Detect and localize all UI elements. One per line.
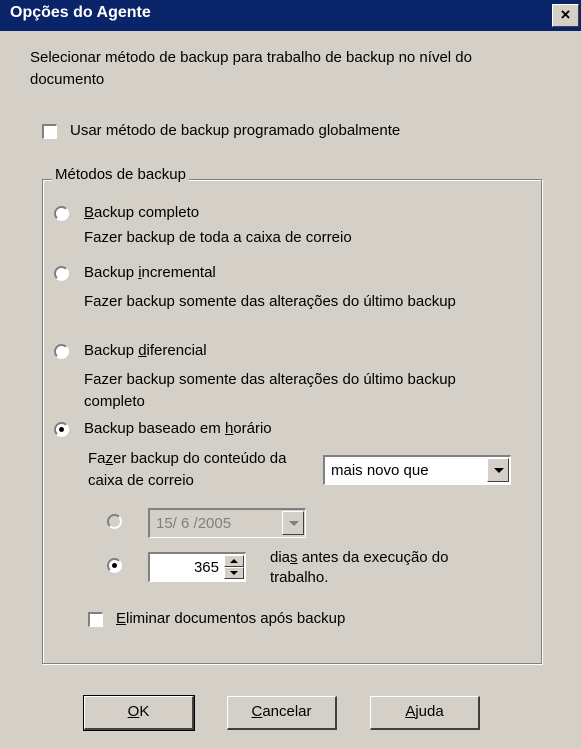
full-backup-desc: Fazer backup de toda a caixa de correio bbox=[84, 229, 352, 246]
incremental-backup-desc: Fazer backup somente das alterações do ú… bbox=[84, 293, 456, 310]
accel-key: C bbox=[251, 703, 263, 720]
accel-key: O bbox=[127, 703, 140, 720]
delete-after-backup-checkbox[interactable] bbox=[88, 612, 103, 627]
days-spinbox[interactable]: 365 bbox=[148, 552, 246, 582]
spin-up-button[interactable] bbox=[224, 555, 244, 567]
label-part: ackup completo bbox=[94, 204, 200, 221]
content-filter-value: mais novo que bbox=[331, 462, 429, 479]
label-part: Backup bbox=[84, 264, 139, 281]
accel-key: s bbox=[290, 549, 298, 566]
agent-options-dialog: Opções do Agente × Selecionar método de … bbox=[0, 0, 581, 748]
description-text: Selecionar método de backup para trabalh… bbox=[30, 49, 472, 88]
accel-key: A bbox=[405, 703, 416, 720]
full-backup-label[interactable]: Backup completo bbox=[84, 204, 199, 221]
close-button[interactable]: × bbox=[552, 4, 579, 27]
differential-backup-label[interactable]: Backup diferencial bbox=[84, 342, 207, 359]
label-part: iferencial bbox=[146, 342, 207, 359]
arrow-down-icon bbox=[230, 571, 238, 575]
close-icon: × bbox=[560, 5, 571, 24]
global-schedule-label: Usar método de backup programado globalm… bbox=[70, 122, 401, 139]
label-part: ncremental bbox=[141, 264, 216, 281]
accel-key: d bbox=[138, 342, 147, 359]
global-schedule-checkbox[interactable] bbox=[42, 124, 57, 139]
label-part: Backup bbox=[84, 342, 139, 359]
label-part: ancelar bbox=[262, 703, 312, 720]
date-radio[interactable] bbox=[107, 514, 122, 529]
accel-key: E bbox=[116, 610, 127, 627]
label-part: dia bbox=[270, 549, 291, 566]
mailbox-content-label: Fazer backup do conteúdo da caixa de cor… bbox=[88, 448, 313, 492]
date-picker[interactable]: 15/ 6 /2005 bbox=[148, 508, 306, 538]
ok-button[interactable]: OK bbox=[83, 695, 195, 731]
accel-key: z bbox=[105, 450, 114, 467]
label-part: liminar documentos após backup bbox=[126, 610, 346, 627]
differential-backup-desc: Fazer backup somente das alterações do ú… bbox=[84, 371, 456, 410]
differential-backup-radio[interactable] bbox=[54, 344, 69, 359]
days-value: 365 bbox=[193, 559, 219, 576]
title-bar[interactable]: Opções do Agente × bbox=[0, 0, 581, 31]
help-button[interactable]: Ajuda bbox=[370, 696, 480, 730]
delete-after-backup-label[interactable]: Eliminar documentos após backup bbox=[116, 610, 345, 627]
incremental-backup-radio[interactable] bbox=[54, 266, 69, 281]
time-based-backup-label[interactable]: Backup baseado em horário bbox=[84, 420, 272, 437]
chevron-down-icon bbox=[289, 521, 299, 526]
date-value: 15/ 6 /2005 bbox=[156, 515, 232, 532]
backup-methods-legend: Métodos de backup bbox=[52, 166, 189, 183]
label-part: K bbox=[139, 703, 150, 720]
chevron-down-icon bbox=[494, 468, 504, 473]
days-radio[interactable] bbox=[107, 558, 122, 573]
content-filter-select[interactable]: mais novo que bbox=[323, 455, 511, 485]
label-part: orário bbox=[233, 420, 272, 437]
cancel-button[interactable]: Cancelar bbox=[227, 696, 337, 730]
full-backup-radio[interactable] bbox=[54, 206, 69, 221]
label-part: antes da execução do trabalho. bbox=[270, 549, 449, 586]
accel-key: B bbox=[84, 204, 95, 221]
date-dropdown-button[interactable] bbox=[282, 511, 304, 535]
incremental-backup-label[interactable]: Backup incremental bbox=[84, 264, 216, 281]
days-before-label: dias antes da execução do trabalho. bbox=[270, 548, 510, 588]
arrow-up-icon bbox=[230, 559, 238, 563]
time-based-backup-radio[interactable] bbox=[54, 422, 69, 437]
dropdown-button[interactable] bbox=[487, 458, 509, 482]
label-part: Backup baseado em bbox=[84, 420, 225, 437]
dialog-title: Opções do Agente bbox=[10, 4, 151, 21]
label-part: juda bbox=[415, 703, 444, 720]
spin-down-button[interactable] bbox=[224, 567, 244, 579]
label-part: er backup do conteúdo da caixa de correi… bbox=[88, 450, 287, 489]
label-part: Fa bbox=[88, 450, 106, 467]
